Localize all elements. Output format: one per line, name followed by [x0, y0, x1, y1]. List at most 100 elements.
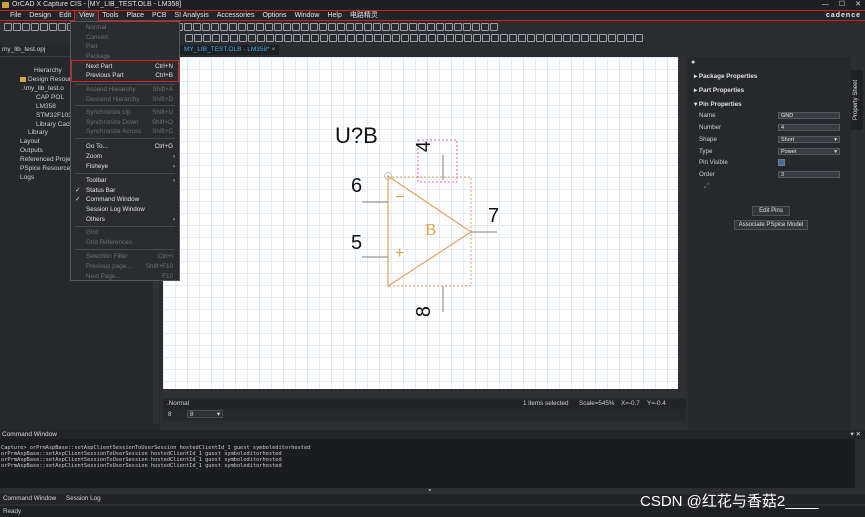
toolbar-button-icon[interactable] [320, 34, 328, 42]
grid-value-a[interactable]: 8 [168, 411, 172, 418]
toolbar-button-icon[interactable] [454, 23, 462, 31]
tab-session-log[interactable]: Session Log [66, 494, 101, 504]
toolbar-button-icon[interactable] [346, 23, 354, 31]
menu-circuit-wizard[interactable]: 电路精灵 [346, 11, 382, 21]
menu-accessories[interactable]: Accessories [213, 11, 259, 21]
tree-library-cache[interactable]: Library Cach [36, 121, 73, 128]
toolbar-button-icon[interactable] [383, 34, 391, 42]
menu-place[interactable]: Place [123, 11, 149, 21]
menu-item-part[interactable]: Part [71, 42, 179, 52]
toolbar-button-icon[interactable] [608, 34, 616, 42]
menu-item-convert[interactable]: Convert [71, 33, 179, 43]
toolbar-button-icon[interactable] [337, 23, 345, 31]
toolbar-button-icon[interactable] [356, 34, 364, 42]
toolbar-button-icon[interactable] [491, 34, 499, 42]
toolbar-button-icon[interactable] [355, 23, 363, 31]
toolbar-button-icon[interactable] [275, 34, 283, 42]
associate-pspice-button[interactable]: Associate PSpice Model [734, 220, 808, 230]
toolbar-button-icon[interactable] [274, 23, 282, 31]
toolbar-button-icon[interactable] [58, 23, 66, 31]
toolbar-button-icon[interactable] [373, 23, 381, 31]
menu-item-session-log[interactable]: Session Log Window [71, 205, 179, 215]
toolbar-button-icon[interactable] [545, 34, 553, 42]
pin-properties-header[interactable]: ▾ Pin Properties [694, 101, 742, 108]
toolbar-button-icon[interactable] [229, 23, 237, 31]
toolbar-button-icon[interactable] [428, 34, 436, 42]
toolbar-button-icon[interactable] [427, 23, 435, 31]
toolbar-button-icon[interactable] [401, 34, 409, 42]
menu-item-zoom[interactable]: Zoom › [71, 152, 179, 162]
tab-command-window[interactable]: Command Window [3, 494, 56, 504]
menu-item-command-window[interactable]: ✓ Command Window [71, 195, 179, 205]
toolbar-button-icon[interactable] [464, 34, 472, 42]
toolbar-button-icon[interactable] [590, 34, 598, 42]
tab-lm358[interactable]: MY_LIB_TEST.OLB - LM358* × [180, 45, 280, 55]
toolbar-button-icon[interactable] [436, 23, 444, 31]
toolbar-button-icon[interactable] [40, 23, 48, 31]
command-window-log[interactable]: Capture> orPrmAspBase::setAspClientSessi… [0, 439, 855, 494]
minimize-icon[interactable]: — [822, 0, 829, 10]
toolbar-button-icon[interactable] [382, 23, 390, 31]
pin6-number[interactable]: 6 [351, 175, 362, 198]
toolbar-button-icon[interactable] [184, 23, 192, 31]
toolbar-button-icon[interactable] [49, 23, 57, 31]
toolbar-button-icon[interactable] [212, 34, 220, 42]
toolbar-button-icon[interactable] [293, 34, 301, 42]
toolbar-button-icon[interactable] [554, 34, 562, 42]
tree-referenced-projects[interactable]: Referenced Proje [20, 156, 71, 163]
canvas-vscrollbar[interactable] [678, 57, 686, 389]
toolbar-button-icon[interactable] [13, 23, 21, 31]
toolbar-button-icon[interactable] [194, 34, 202, 42]
tree-layout[interactable]: Layout [20, 138, 40, 145]
menu-item-sync-up[interactable]: Synchronize Up Shift+U [71, 108, 179, 118]
toolbar-button-icon[interactable] [230, 34, 238, 42]
toolbar-button-icon[interactable] [481, 23, 489, 31]
number-field[interactable]: 4 [778, 124, 840, 131]
toolbar-button-icon[interactable] [518, 34, 526, 42]
menu-design[interactable]: Design [25, 11, 55, 21]
toolbar-button-icon[interactable] [509, 34, 517, 42]
toolbar-button-icon[interactable] [211, 23, 219, 31]
toolbar-button-icon[interactable] [239, 34, 247, 42]
toolbar-button-icon[interactable] [599, 34, 607, 42]
toolbar-button-icon[interactable] [490, 23, 498, 31]
canvas-hscrollbar[interactable] [163, 389, 686, 397]
toolbar-button-icon[interactable] [581, 34, 589, 42]
toolbar-button-icon[interactable] [4, 23, 12, 31]
toolbar-button-icon[interactable] [203, 34, 211, 42]
menu-item-grid-references[interactable]: Grid References [71, 238, 179, 248]
menu-item-previous-page[interactable]: Previous page... Shift+F10 [71, 262, 179, 272]
menu-item-sync-down[interactable]: Synchronize Down Shift+O [71, 118, 179, 128]
toolbar-button-icon[interactable] [365, 34, 373, 42]
menu-item-next-page[interactable]: Next Page... F10 [71, 272, 179, 282]
pin4-number[interactable]: 4 [413, 141, 436, 152]
toolbar-button-icon[interactable] [446, 34, 454, 42]
menu-tools[interactable]: Tools [98, 11, 122, 21]
toolbar-button-icon[interactable] [374, 34, 382, 42]
toolbar-button-icon[interactable] [329, 34, 337, 42]
toolbar-button-icon[interactable] [220, 23, 228, 31]
menu-item-sync-across[interactable]: Synchronize Across Shift+C [71, 127, 179, 137]
collapse-icon[interactable]: ⤢ [704, 183, 710, 191]
toolbar-button-icon[interactable] [463, 23, 471, 31]
menu-si-analysis[interactable]: SI Analysis [170, 11, 212, 21]
package-properties-header[interactable]: ▸ Package Properties [694, 73, 757, 80]
menu-item-normal[interactable]: Normal [71, 23, 179, 33]
pin5-number[interactable]: 5 [351, 232, 362, 255]
toolbar-button-icon[interactable] [185, 34, 193, 42]
toolbar-button-icon[interactable] [292, 23, 300, 31]
toolbar-button-icon[interactable] [248, 34, 256, 42]
toolbar-button-icon[interactable] [31, 23, 39, 31]
menu-item-toolbar[interactable]: Toolbar › [71, 176, 179, 186]
toolbar-button-icon[interactable] [445, 23, 453, 31]
menu-item-goto[interactable]: Go To... Ctrl+G [71, 142, 179, 152]
toolbar-button-icon[interactable] [193, 23, 201, 31]
menu-item-grid[interactable]: Grid [71, 228, 179, 238]
toolbar-button-icon[interactable] [257, 34, 265, 42]
toolbar-button-icon[interactable] [500, 34, 508, 42]
toolbar-button-icon[interactable] [400, 23, 408, 31]
toolbar-button-icon[interactable] [626, 34, 634, 42]
toolbar-button-icon[interactable] [617, 34, 625, 42]
toolbar-button-icon[interactable] [391, 23, 399, 31]
toolbar-button-icon[interactable] [338, 34, 346, 42]
